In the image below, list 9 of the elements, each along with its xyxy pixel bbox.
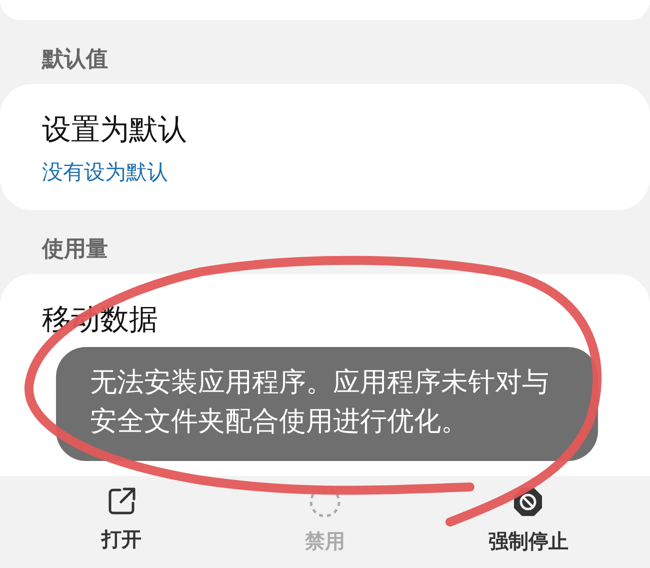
setting-title[interactable]: 设置为默认 [42, 110, 610, 150]
setting-subtitle: 没有设为默认 [42, 159, 169, 186]
stop-button[interactable]: 强制停止 [438, 476, 618, 568]
section-header: 默认值 [40, 46, 109, 74]
section-header: 使用量 [40, 236, 109, 264]
stop-icon [512, 486, 544, 518]
open-button[interactable]: 打开 [32, 476, 212, 568]
install-error-toast: 无法安装应用程序。应用程序未针对与安全文件夹配合使用进行优化。 [56, 347, 598, 462]
open-external-icon [106, 486, 137, 516]
